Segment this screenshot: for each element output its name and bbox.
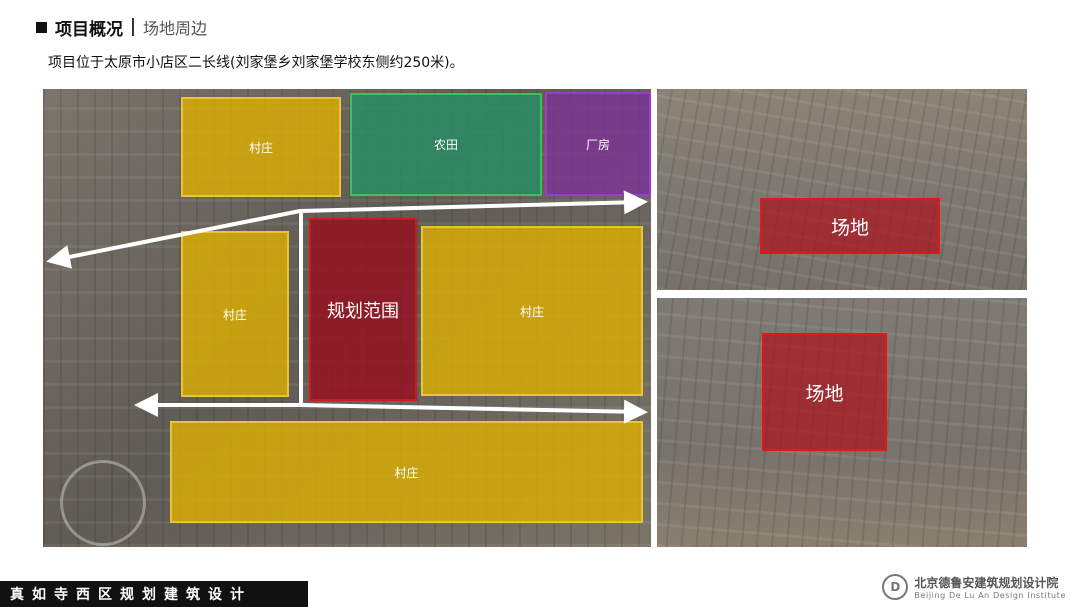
title-separator bbox=[132, 18, 134, 36]
square-bullet-icon bbox=[36, 21, 47, 33]
zone-label: 村庄 bbox=[394, 465, 419, 480]
header: 项目概况 场地周边 bbox=[36, 14, 207, 40]
footer-slogan: 真如寺西区规划建筑设计 bbox=[10, 587, 252, 603]
zone-label: 村庄 bbox=[222, 307, 247, 322]
site-highlight-bottom: 场地 bbox=[762, 333, 887, 451]
intro-text: 项目位于太原市小店区二长线(刘家堡乡刘家堡学校东侧约250米)。 bbox=[48, 55, 464, 71]
zone-farmland: 农田 bbox=[350, 93, 542, 196]
watermark-logo bbox=[60, 460, 146, 546]
institute-logo-icon: D bbox=[882, 574, 909, 600]
zone-label: 厂房 bbox=[585, 137, 610, 152]
zone-village-bottom: 村庄 bbox=[170, 421, 643, 523]
zone-label: 村庄 bbox=[248, 140, 273, 155]
zone-village-mid-right: 村庄 bbox=[421, 226, 643, 396]
site-label: 场地 bbox=[805, 382, 844, 405]
zone-plan-area: 规划范围 bbox=[309, 218, 417, 401]
zone-village-top-left: 村庄 bbox=[181, 97, 341, 197]
institute-name-cn: 北京德鲁安建筑规划设计院 bbox=[914, 576, 1059, 590]
zone-label: 规划范围 bbox=[327, 300, 399, 322]
site-highlight-top: 场地 bbox=[760, 198, 940, 254]
page-title: 项目概况 bbox=[55, 19, 123, 40]
site-label: 场地 bbox=[830, 216, 869, 239]
zone-factory: 厂房 bbox=[545, 92, 651, 196]
zone-village-mid-left: 村庄 bbox=[181, 231, 289, 397]
site-photo-top bbox=[657, 89, 1027, 290]
zone-label: 农田 bbox=[433, 138, 458, 152]
page-subtitle: 场地周边 bbox=[143, 19, 208, 38]
zone-label: 村庄 bbox=[519, 304, 544, 319]
institute-brand: D 北京德鲁安建筑规划设计院 Beijing De Lu An Design I… bbox=[882, 574, 1066, 600]
institute-name-en: Beijing De Lu An Design Institute bbox=[914, 591, 1066, 600]
footer-slogan-bar: 真如寺西区规划建筑设计 bbox=[0, 581, 308, 607]
